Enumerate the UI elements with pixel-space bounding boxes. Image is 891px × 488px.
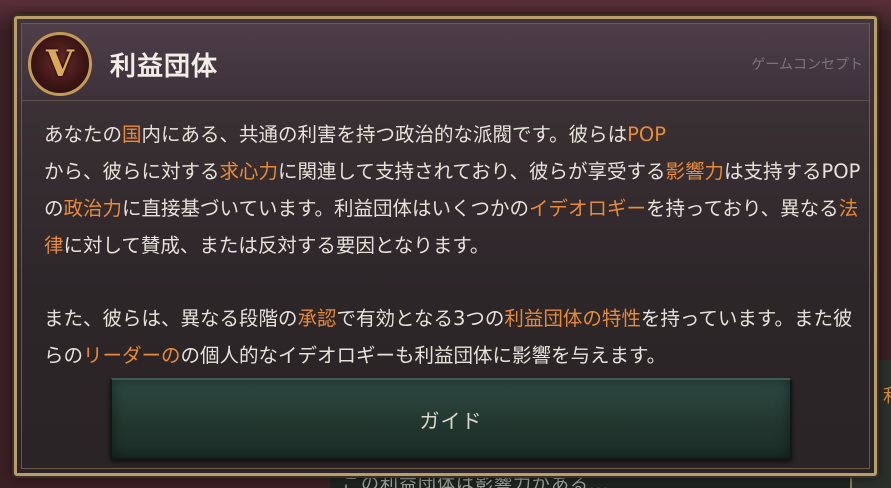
highlighted-term[interactable]: イデオロギー <box>529 197 646 220</box>
guide-button[interactable]: ガイド <box>110 378 792 460</box>
highlighted-term[interactable]: 国 <box>122 123 142 146</box>
body-paragraph-1: あなたの国内にある、共通の利害を持つ政治的な派閥です。彼らはPOP から、彼らに対… <box>44 116 866 264</box>
highlighted-term[interactable]: 政治力 <box>64 197 123 220</box>
body-text-run: に対して賛成、または反対する要因となります。 <box>63 234 490 257</box>
body-text-run: に直接基づいています。利益団体はいくつかの <box>122 197 529 220</box>
body-text-run: を持っており、異なる <box>646 197 839 220</box>
body-text-run: の個人的なイデオロギーも利益団体に影響を与えます。 <box>180 344 667 367</box>
highlighted-term[interactable]: リーダーの <box>83 344 181 367</box>
emblem-letter: V <box>46 43 74 85</box>
body-text-run: あなたの <box>44 123 123 146</box>
tooltip-inner-frame: V 利益団体 ゲームコンセプト あなたの国内にある、共通の利害を持つ政治的な派閥… <box>21 23 870 469</box>
body-text-run: に関連して支持されており、彼らが享受する <box>278 160 666 183</box>
highlighted-term[interactable]: 影響力 <box>666 160 725 183</box>
body-text-run: から、彼らに対する <box>44 160 220 183</box>
body-paragraph-2: また、彼らは、異なる段階の承認で有効となる3つの利益団体の特性を持っています。ま… <box>44 300 866 374</box>
body-text-run: で有効となる3つの <box>336 307 505 330</box>
highlighted-term[interactable]: 承認 <box>298 307 337 330</box>
highlighted-term[interactable]: 利益団体の特性 <box>504 307 641 330</box>
highlighted-term[interactable]: POP <box>627 123 666 146</box>
guide-button-label: ガイド <box>419 408 483 433</box>
victoria-emblem-icon: V <box>28 32 92 96</box>
background-panel-char: 利 <box>883 382 891 408</box>
tooltip-header: V 利益団体 ゲームコンセプト <box>22 24 869 101</box>
body-text-run: 内にある、共通の利害を持つ政治的な派閥です。彼らは <box>141 123 628 146</box>
concept-tooltip: V 利益団体 ゲームコンセプト あなたの国内にある、共通の利害を持つ政治的な派閥… <box>14 16 877 476</box>
highlighted-term[interactable]: 求心力 <box>220 160 279 183</box>
tooltip-title: 利益団体 <box>110 52 219 82</box>
tooltip-body: あなたの国内にある、共通の利害を持つ政治的な派閥です。彼らはPOP から、彼らに対… <box>44 116 866 374</box>
body-text-run: また、彼らは、異なる段階の <box>44 307 298 330</box>
tooltip-category: ゲームコンセプト <box>751 57 863 73</box>
